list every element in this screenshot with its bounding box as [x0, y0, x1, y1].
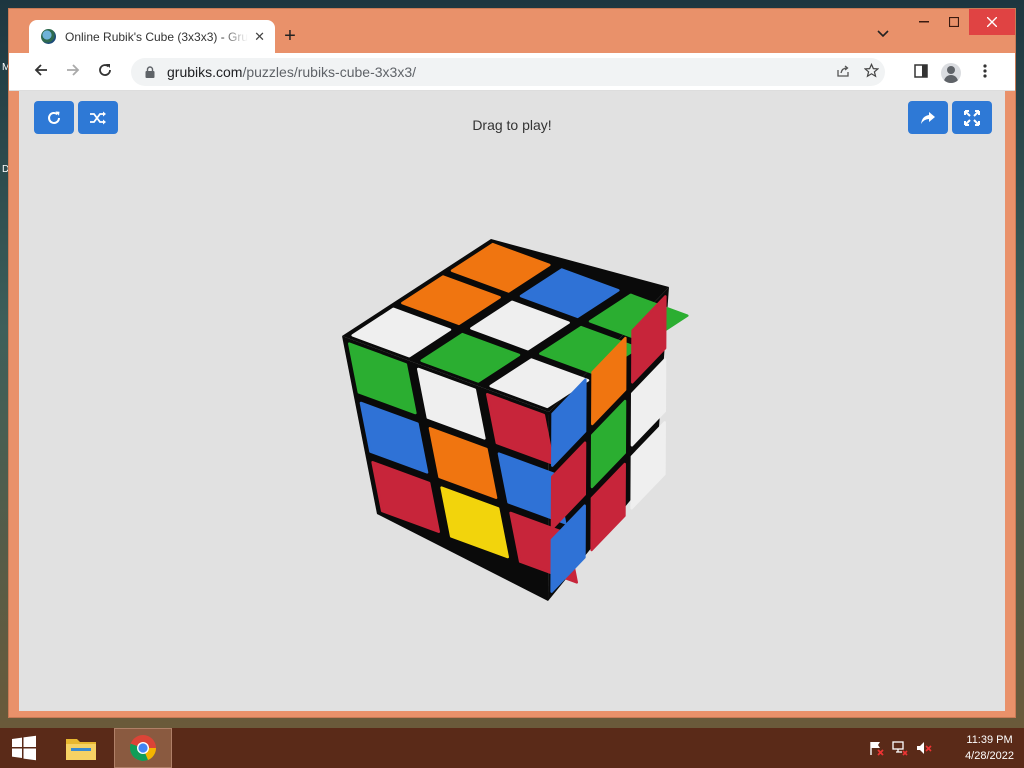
window-controls	[909, 9, 1015, 39]
clock-date: 4/28/2022	[965, 750, 1014, 762]
tab-search-chevron-icon[interactable]	[877, 27, 889, 41]
browser-toolbar: grubiks.com/puzzles/rubiks-cube-3x3x3/	[9, 53, 1015, 91]
windows-logo-icon	[12, 735, 36, 761]
address-bar[interactable]: grubiks.com/puzzles/rubiks-cube-3x3x3/	[131, 58, 885, 86]
minimize-button[interactable]	[909, 9, 939, 35]
cube-game-area[interactable]: Drag to play!	[19, 91, 1005, 711]
new-tab-button[interactable]: +	[279, 26, 301, 48]
url-host: grubiks.com	[167, 64, 243, 80]
back-arrow-icon[interactable]	[31, 62, 51, 82]
url-path: /puzzles/rubiks-cube-3x3x3/	[242, 64, 416, 80]
tab-title: Online Rubik's Cube (3x3x3) - Grubiks	[65, 29, 249, 44]
tab-close-button[interactable]: ✕	[254, 29, 265, 45]
menu-kebab-icon[interactable]	[975, 63, 995, 83]
folder-icon	[66, 739, 96, 760]
chrome-icon	[130, 735, 156, 761]
maximize-button[interactable]	[939, 9, 969, 35]
close-window-button[interactable]	[969, 9, 1015, 35]
action-center-flag-icon[interactable]	[868, 740, 884, 756]
taskbar-file-explorer[interactable]	[52, 728, 110, 768]
side-panel-icon[interactable]	[911, 63, 931, 83]
network-icon[interactable]	[892, 740, 908, 756]
forward-arrow-icon[interactable]	[63, 62, 83, 82]
bookmark-star-icon[interactable]	[857, 62, 885, 81]
taskbar: 11:39 PM 4/28/2022	[0, 728, 1024, 768]
globe-favicon-icon	[41, 29, 56, 44]
browser-window: Online Rubik's Cube (3x3x3) - Grubiks ✕ …	[8, 8, 1016, 718]
reload-icon[interactable]	[95, 62, 115, 82]
taskbar-clock[interactable]: 11:39 PM 4/28/2022	[965, 732, 1014, 764]
share-page-icon[interactable]	[829, 64, 857, 81]
volume-muted-icon[interactable]	[916, 740, 932, 756]
tab-strip: Online Rubik's Cube (3x3x3) - Grubiks ✕ …	[9, 9, 1015, 53]
lock-icon[interactable]	[143, 65, 157, 79]
start-button[interactable]	[0, 728, 48, 768]
system-tray	[868, 740, 932, 756]
rubiks-cube[interactable]	[19, 91, 1005, 711]
url-text[interactable]: grubiks.com/puzzles/rubiks-cube-3x3x3/	[167, 64, 829, 80]
profile-avatar-icon[interactable]	[941, 63, 961, 83]
taskbar-chrome[interactable]	[114, 728, 172, 768]
clock-time: 11:39 PM	[966, 734, 1013, 746]
browser-tab[interactable]: Online Rubik's Cube (3x3x3) - Grubiks ✕	[29, 20, 275, 53]
